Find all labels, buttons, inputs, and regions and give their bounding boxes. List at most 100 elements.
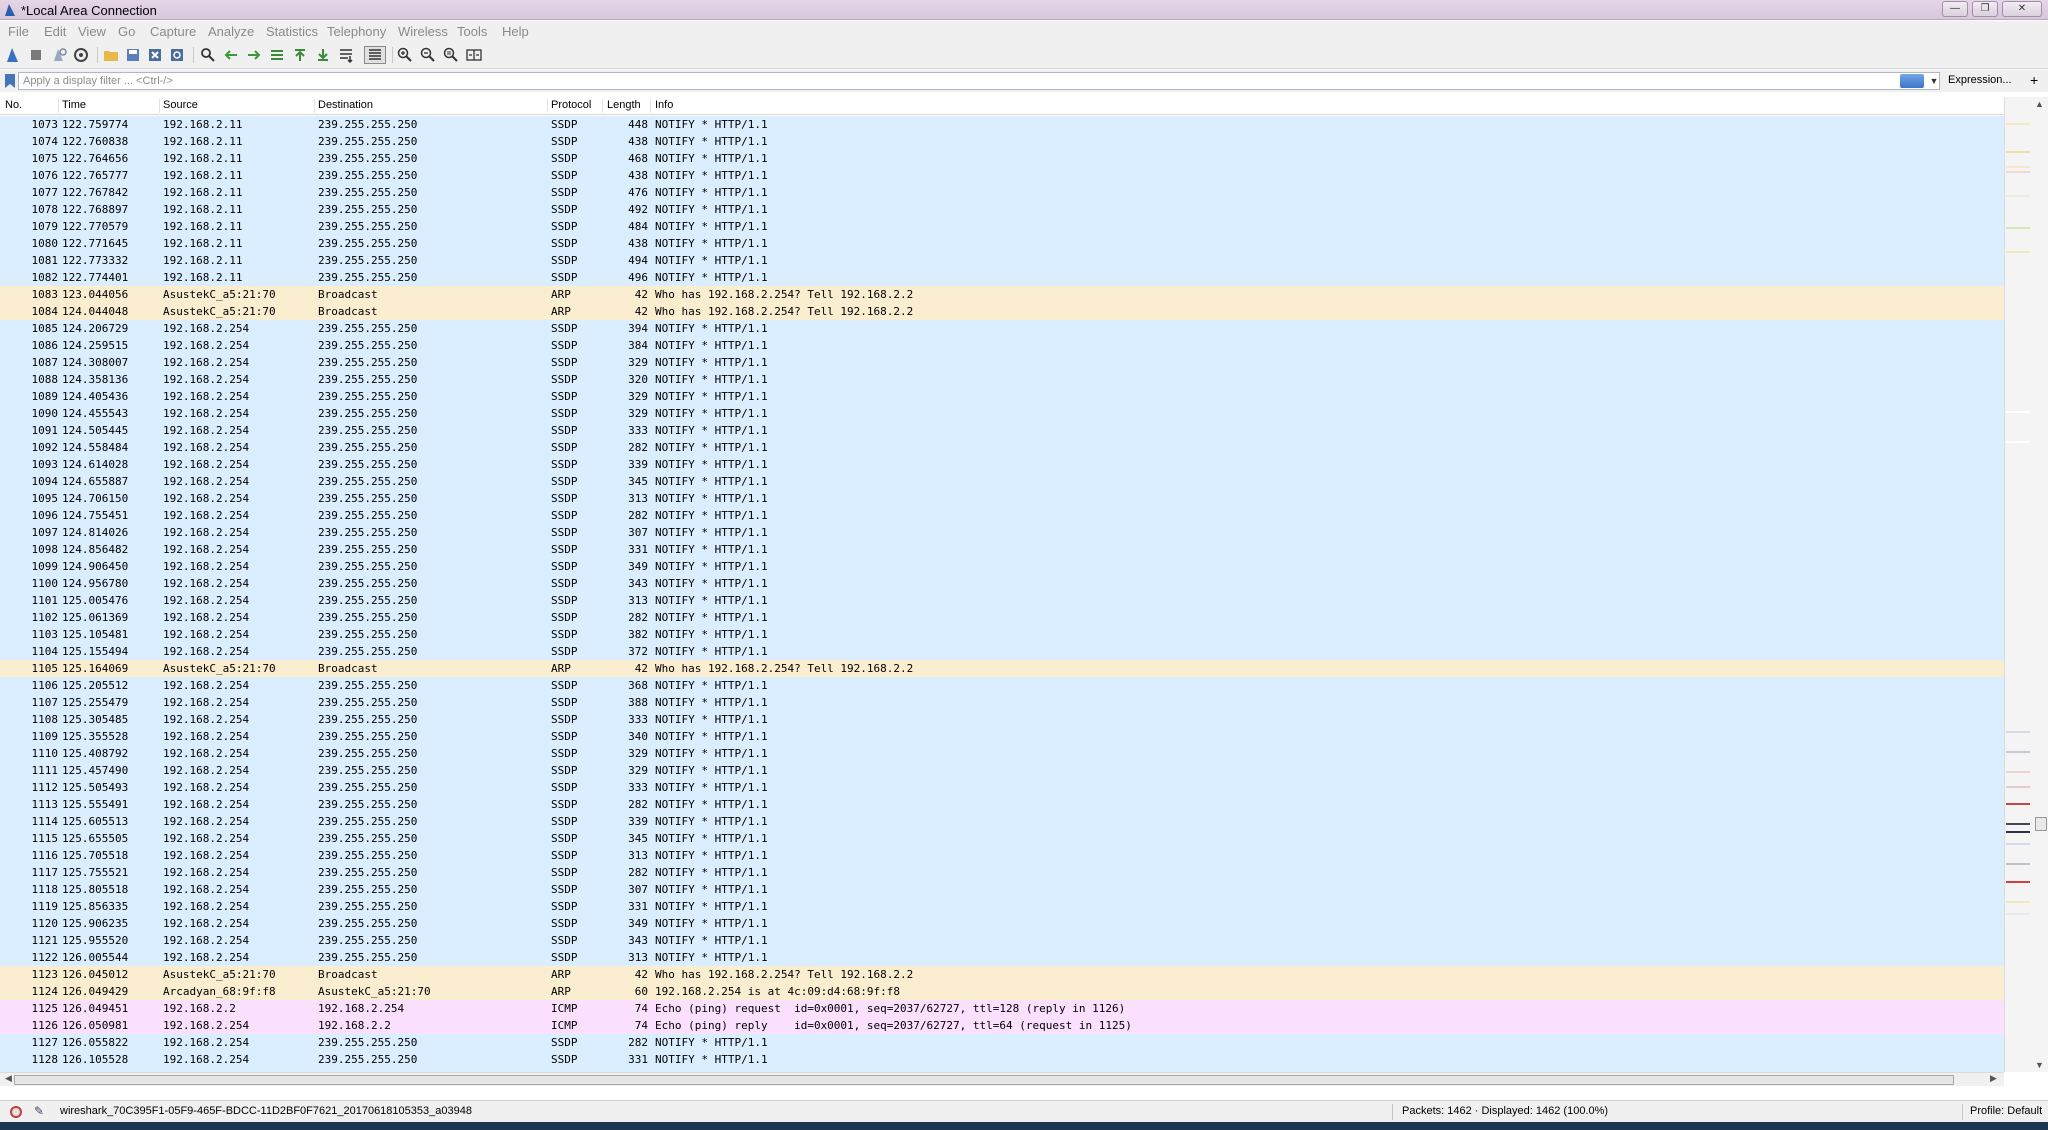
packet-row[interactable]: 1112 125.505493 192.168.2.254 239.255.255.2… (0, 779, 2004, 796)
column-header-info[interactable]: Info (655, 99, 673, 111)
zoom-in-icon[interactable] (396, 46, 414, 64)
column-header-destination[interactable]: Destination (318, 99, 373, 111)
column-divider[interactable] (159, 99, 160, 113)
filter-bookmark-icon[interactable] (4, 74, 16, 88)
packet-row[interactable]: 1082 122.774401 192.168.2.11 239.255.255.25… (0, 269, 2004, 286)
packet-row[interactable]: 1088 124.358136 192.168.2.254 239.255.255.2… (0, 371, 2004, 388)
packet-row[interactable]: 1087 124.308007 192.168.2.254 239.255.255.2… (0, 354, 2004, 371)
colorize-icon[interactable] (364, 46, 386, 64)
packet-list-scrollbar[interactable]: ▲ ▼ (2004, 97, 2048, 1072)
zoom-out-icon[interactable] (419, 46, 437, 64)
scroll-down-icon[interactable]: ▼ (2035, 1060, 2044, 1070)
packet-row[interactable]: 1096 124.755451 192.168.2.254 239.255.255.2… (0, 507, 2004, 524)
column-divider[interactable] (58, 99, 59, 113)
packet-row[interactable]: 1095 124.706150 192.168.2.254 239.255.255.2… (0, 490, 2004, 507)
scroll-up-icon[interactable]: ▲ (2035, 99, 2044, 109)
menu-analyze[interactable]: Analyze (208, 24, 254, 39)
first-packet-icon[interactable] (291, 46, 309, 64)
packet-row[interactable]: 1084 124.044048 AsustekC_a5:21:70 Broadcast… (0, 303, 2004, 320)
packet-row[interactable]: 1101 125.005476 192.168.2.254 239.255.255.2… (0, 592, 2004, 609)
expert-info-icon[interactable] (10, 1106, 22, 1118)
packet-row[interactable]: 1110 125.408792 192.168.2.254 239.255.255.2… (0, 745, 2004, 762)
menu-help[interactable]: Help (502, 24, 529, 39)
packet-row[interactable]: 1126 126.050981 192.168.2.254 192.168.2.2 IC… (0, 1017, 2004, 1034)
packet-row[interactable]: 1100 124.956780 192.168.2.254 239.255.255.2… (0, 575, 2004, 592)
menu-telephony[interactable]: Telephony (327, 24, 386, 39)
column-divider[interactable] (547, 99, 548, 113)
go-to-packet-icon[interactable] (268, 46, 286, 64)
menu-statistics[interactable]: Statistics (266, 24, 318, 39)
packet-row[interactable]: 1114 125.605513 192.168.2.254 239.255.255.2… (0, 813, 2004, 830)
packet-row[interactable]: 1079 122.770579 192.168.2.11 239.255.255.25… (0, 218, 2004, 235)
packet-row[interactable]: 1099 124.906450 192.168.2.254 239.255.255.2… (0, 558, 2004, 575)
find-packet-icon[interactable] (199, 46, 217, 64)
scroll-right-icon[interactable]: ▶ (1990, 1073, 1997, 1084)
packet-row[interactable]: 1106 125.205512 192.168.2.254 239.255.255.2… (0, 677, 2004, 694)
packet-row[interactable]: 1105 125.164069 AsustekC_a5:21:70 Broadcast… (0, 660, 2004, 677)
scroll-left-icon[interactable]: ◀ (5, 1073, 12, 1084)
packet-row[interactable]: 1077 122.767842 192.168.2.11 239.255.255.25… (0, 184, 2004, 201)
menu-tools[interactable]: Tools (457, 24, 487, 39)
packet-row[interactable]: 1098 124.856482 192.168.2.254 239.255.255.2… (0, 541, 2004, 558)
packet-row[interactable]: 1103 125.105481 192.168.2.254 239.255.255.2… (0, 626, 2004, 643)
packet-row[interactable]: 1124 126.049429 Arcadyan_68:9f:f8 AsustekC_… (0, 983, 2004, 1000)
packet-row[interactable]: 1127 126.055822 192.168.2.254 239.255.255.2… (0, 1034, 2004, 1051)
capture-comment-icon[interactable]: ✎ (34, 1104, 44, 1118)
menu-view[interactable]: View (78, 24, 106, 39)
column-divider[interactable] (314, 99, 315, 113)
packet-row[interactable]: 1094 124.655887 192.168.2.254 239.255.255.2… (0, 473, 2004, 490)
packet-row[interactable]: 1111 125.457490 192.168.2.254 239.255.255.2… (0, 762, 2004, 779)
column-header-source[interactable]: Source (163, 99, 198, 111)
scrollbar-thumb[interactable] (2035, 817, 2047, 831)
minimize-button[interactable]: — (1942, 1, 1968, 17)
column-header-no[interactable]: No. (5, 99, 22, 111)
packet-row[interactable]: 1113 125.555491 192.168.2.254 239.255.255.2… (0, 796, 2004, 813)
save-file-icon[interactable] (124, 46, 142, 64)
packet-row[interactable]: 1080 122.771645 192.168.2.11 239.255.255.25… (0, 235, 2004, 252)
packet-row[interactable]: 1119 125.856335 192.168.2.254 239.255.255.2… (0, 898, 2004, 915)
packet-row[interactable]: 1075 122.764656 192.168.2.11 239.255.255.25… (0, 150, 2004, 167)
menu-edit[interactable]: Edit (44, 24, 66, 39)
packet-row[interactable]: 1089 124.405436 192.168.2.254 239.255.255.2… (0, 388, 2004, 405)
close-file-icon[interactable] (146, 46, 164, 64)
add-filter-button[interactable]: + (2030, 72, 2038, 88)
restart-capture-icon[interactable] (50, 46, 68, 64)
packet-row[interactable]: 1116 125.705518 192.168.2.254 239.255.255.2… (0, 847, 2004, 864)
packet-row[interactable]: 1118 125.805518 192.168.2.254 239.255.255.2… (0, 881, 2004, 898)
packet-row[interactable]: 1097 124.814026 192.168.2.254 239.255.255.2… (0, 524, 2004, 541)
menu-wireless[interactable]: Wireless (398, 24, 448, 39)
go-back-icon[interactable] (222, 46, 240, 64)
profile-selector[interactable]: Profile: Default (1970, 1105, 2042, 1117)
maximize-button[interactable]: ❐ (1972, 1, 1998, 17)
packet-row[interactable]: 1104 125.155494 192.168.2.254 239.255.255.2… (0, 643, 2004, 660)
packet-row[interactable]: 1092 124.558484 192.168.2.254 239.255.255.2… (0, 439, 2004, 456)
packet-row[interactable]: 1108 125.305485 192.168.2.254 239.255.255.2… (0, 711, 2004, 728)
autoscroll-icon[interactable] (337, 46, 355, 64)
packet-row[interactable]: 1086 124.259515 192.168.2.254 239.255.255.2… (0, 337, 2004, 354)
packet-minimap[interactable] (2005, 111, 2031, 1041)
display-filter-input[interactable] (18, 72, 1940, 90)
close-button[interactable]: ✕ (2002, 1, 2042, 17)
packet-row[interactable]: 1074 122.760838 192.168.2.11 239.255.255.25… (0, 133, 2004, 150)
packet-row[interactable]: 1117 125.755521 192.168.2.254 239.255.255.2… (0, 864, 2004, 881)
packet-row[interactable]: 1076 122.765777 192.168.2.11 239.255.255.25… (0, 167, 2004, 184)
stop-capture-icon[interactable] (27, 46, 45, 64)
column-divider[interactable] (650, 99, 651, 113)
packet-row[interactable]: 1121 125.955520 192.168.2.254 239.255.255.2… (0, 932, 2004, 949)
filter-history-dropdown-icon[interactable]: ▼ (1928, 74, 1940, 88)
horizontal-scrollbar-thumb[interactable] (14, 1075, 1954, 1085)
packet-row[interactable]: 1093 124.614028 192.168.2.254 239.255.255.2… (0, 456, 2004, 473)
start-capture-icon[interactable] (4, 46, 22, 64)
packet-row[interactable]: 1073 122.759774 192.168.2.11 239.255.255.25… (0, 116, 2004, 133)
packet-row[interactable]: 1107 125.255479 192.168.2.254 239.255.255.2… (0, 694, 2004, 711)
go-forward-icon[interactable] (245, 46, 263, 64)
capture-options-icon[interactable] (72, 46, 90, 64)
column-header-length[interactable]: Length (607, 99, 641, 111)
normal-size-icon[interactable] (442, 46, 460, 64)
packet-row[interactable]: 1128 126.105528 192.168.2.254 239.255.255.2… (0, 1051, 2004, 1068)
packet-row[interactable]: 1078 122.768897 192.168.2.11 239.255.255.25… (0, 201, 2004, 218)
column-header-time[interactable]: Time (62, 99, 86, 111)
packet-row[interactable]: 1091 124.505445 192.168.2.254 239.255.255.2… (0, 422, 2004, 439)
menu-file[interactable]: File (8, 24, 29, 39)
expression-button[interactable]: Expression... (1948, 74, 2012, 86)
